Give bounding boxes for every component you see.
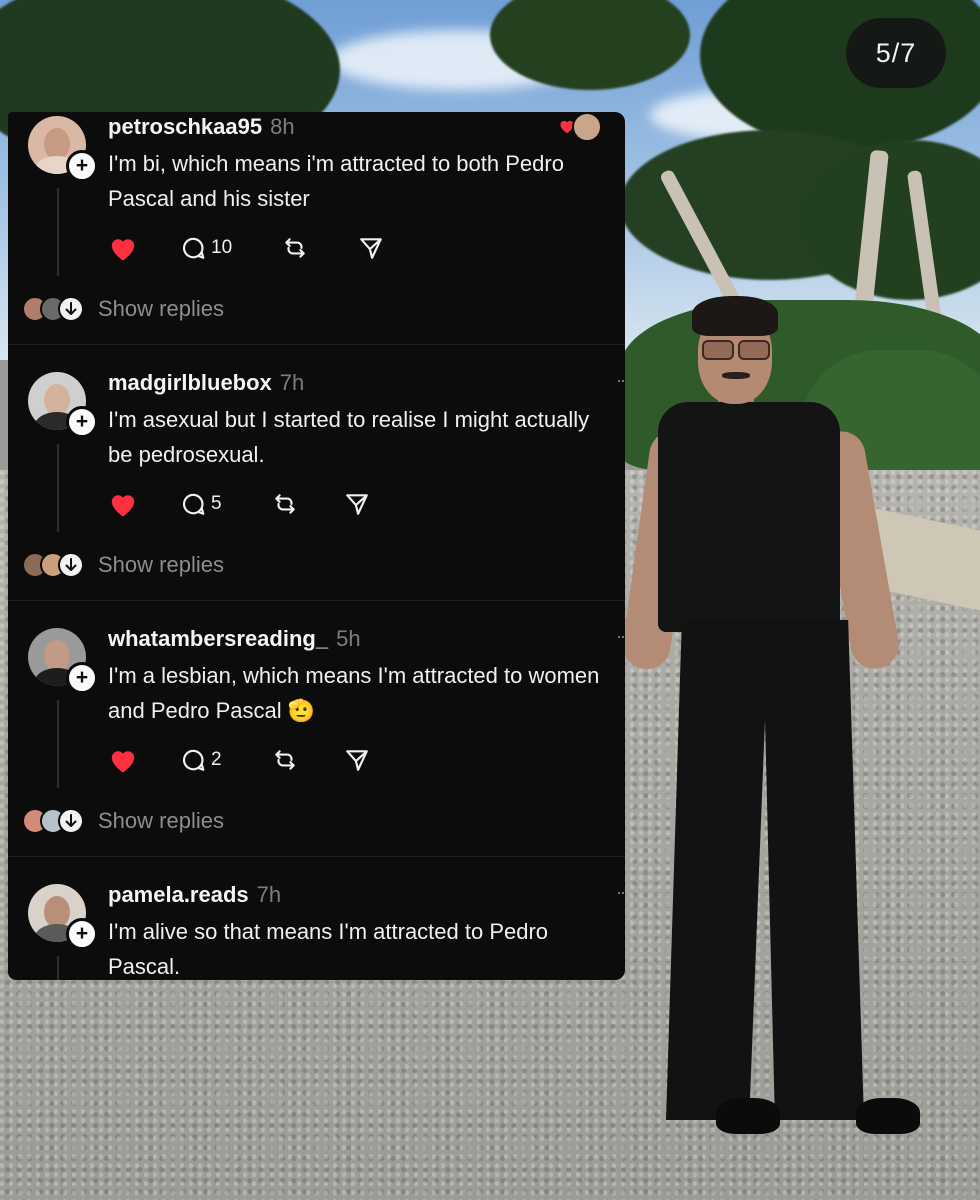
share-button[interactable] — [358, 232, 384, 264]
comment-button[interactable]: 2 — [180, 744, 222, 776]
divider — [8, 344, 625, 345]
show-replies-link[interactable]: Show replies — [98, 552, 224, 578]
share-icon — [360, 238, 382, 259]
comment-text: I'm bi, which means i'm attracted to bot… — [108, 151, 564, 211]
sunglasses — [700, 340, 770, 360]
show-replies-link[interactable]: Show replies — [98, 296, 224, 322]
arrow-down-icon — [58, 808, 84, 834]
comment-icon — [182, 493, 205, 515]
more-options-icon[interactable]: ·· — [616, 882, 625, 903]
repost-button[interactable] — [270, 744, 300, 776]
comment-icon — [182, 237, 205, 259]
reply-count: 2 — [211, 749, 222, 770]
comment-post: + whatambersreading_ 5h ·· I'm a lesbian,… — [8, 624, 625, 880]
heart-icon — [111, 751, 135, 773]
username[interactable]: madgirlbluebox 7h — [108, 370, 304, 396]
slide-counter: 5/7 — [846, 18, 946, 88]
comment-post: + petroschkaa95 8h I'm bi, which means i'… — [8, 112, 625, 368]
like-button[interactable] — [108, 744, 138, 776]
comment-text: I'm asexual but I started to realise I m… — [108, 407, 590, 467]
share-button[interactable] — [344, 488, 370, 520]
post-time: 5h — [336, 626, 361, 651]
thread-line — [57, 700, 59, 788]
share-icon — [346, 494, 368, 515]
share-icon — [346, 750, 368, 771]
divider — [8, 600, 625, 601]
hair — [692, 296, 778, 336]
more-options-icon[interactable]: ·· — [616, 626, 625, 647]
show-replies-row[interactable]: Show replies — [22, 804, 224, 838]
action-bar: 2 — [108, 744, 408, 776]
username[interactable]: pamela.reads 7h — [108, 882, 281, 908]
divider — [8, 856, 625, 857]
black-tank-top — [658, 402, 840, 632]
repost-icon — [275, 750, 295, 770]
heart-icon — [111, 239, 135, 261]
like-button[interactable] — [108, 232, 138, 264]
username[interactable]: petroschkaa95 8h — [108, 114, 295, 140]
author-avatar — [572, 112, 602, 142]
comment-icon — [182, 749, 205, 771]
follow-plus-icon[interactable]: + — [66, 406, 98, 438]
comment-panel: + petroschkaa95 8h I'm bi, which means i'… — [8, 112, 625, 980]
comment-post: + pamela.reads 7h ·· I'm alive so that me… — [8, 880, 625, 980]
repost-icon — [285, 238, 305, 258]
right-shoe — [856, 1098, 920, 1134]
comment-post: + madgirlbluebox 7h ·· I'm asexual but I … — [8, 368, 625, 624]
share-button[interactable] — [344, 744, 370, 776]
comment-button[interactable]: 5 — [180, 488, 222, 520]
follow-plus-icon[interactable]: + — [66, 918, 98, 950]
mustache — [722, 372, 750, 379]
action-bar: 5 — [108, 488, 408, 520]
username[interactable]: whatambersreading_ 5h — [108, 626, 361, 652]
post-time: 7h — [256, 882, 282, 907]
repost-button[interactable] — [280, 232, 310, 264]
post-time: 7h — [279, 370, 305, 395]
person-figure — [619, 290, 930, 1170]
thread-line — [57, 956, 59, 980]
follow-plus-icon[interactable]: + — [66, 150, 98, 182]
action-bar: 10 — [108, 232, 408, 264]
comment-text: I'm a lesbian, which means I'm attracted… — [108, 663, 600, 723]
follow-plus-icon[interactable]: + — [66, 662, 98, 694]
thread-line — [57, 444, 59, 532]
show-replies-link[interactable]: Show replies — [98, 808, 224, 834]
arrow-down-icon — [58, 296, 84, 322]
reply-count: 5 — [211, 493, 222, 514]
reply-count: 10 — [211, 237, 233, 258]
show-replies-row[interactable]: Show replies — [22, 292, 224, 326]
repost-button[interactable] — [270, 488, 300, 520]
comment-button[interactable]: 10 — [180, 232, 232, 264]
comment-text: I'm alive so that means I'm attracted to… — [108, 919, 549, 979]
post-time: 8h — [270, 114, 295, 139]
arrow-down-icon — [58, 552, 84, 578]
liked-by-author-badge — [558, 112, 602, 142]
like-button[interactable] — [108, 488, 138, 520]
repost-icon — [275, 494, 295, 514]
heart-icon — [111, 495, 135, 517]
more-options-icon[interactable]: ·· — [616, 370, 625, 391]
left-shoe — [716, 1098, 780, 1134]
show-replies-row[interactable]: Show replies — [22, 548, 224, 582]
black-trousers — [666, 620, 864, 1120]
thread-line — [57, 188, 59, 276]
